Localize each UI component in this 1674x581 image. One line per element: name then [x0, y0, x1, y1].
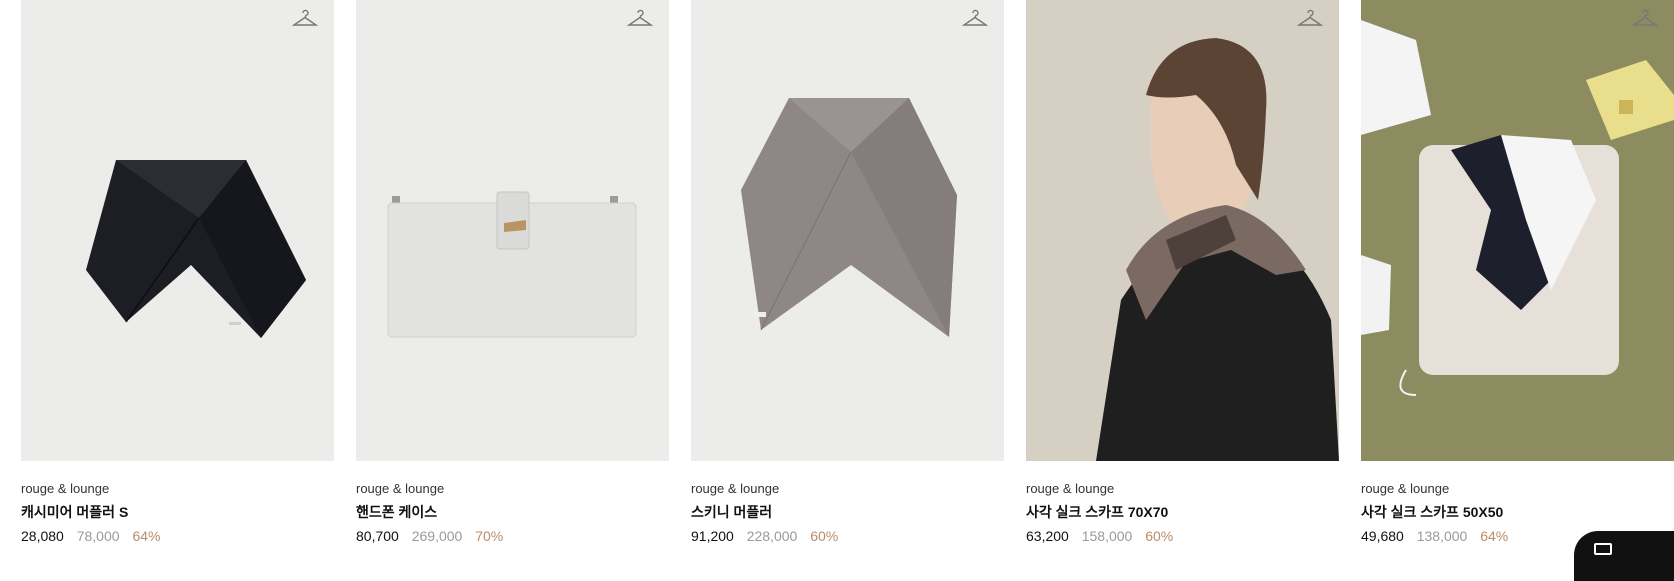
chat-icon: [1594, 543, 1612, 555]
product-card[interactable]: rouge & lounge 핸드폰 케이스 80,700 269,000 70…: [356, 0, 669, 546]
original-price: 269,000: [411, 528, 463, 544]
hanger-icon[interactable]: [1297, 8, 1323, 30]
product-brand[interactable]: rouge & lounge: [21, 480, 334, 498]
sale-price: 91,200: [691, 528, 734, 544]
sale-price: 49,680: [1361, 528, 1404, 544]
floating-chat-button[interactable]: [1574, 531, 1674, 581]
product-info[interactable]: rouge & lounge 사각 실크 스카프 70X70 63,200 15…: [1026, 461, 1339, 546]
hanger-icon[interactable]: [627, 8, 653, 30]
product-grid: rouge & lounge 캐시미어 머플러 S 28,080 78,000 …: [21, 0, 1674, 546]
phone-case-image: [387, 191, 637, 338]
product-prices: 63,200 158,000 60%: [1026, 526, 1339, 546]
hanger-icon[interactable]: [962, 8, 988, 30]
product-info[interactable]: rouge & lounge 스키니 머플러 91,200 228,000 60…: [691, 461, 1004, 546]
original-price: 138,000: [1416, 528, 1468, 544]
sale-price: 80,700: [356, 528, 399, 544]
original-price: 158,000: [1081, 528, 1133, 544]
product-card[interactable]: rouge & lounge 사각 실크 스카프 70X70 63,200 15…: [1026, 0, 1339, 546]
original-price: 228,000: [746, 528, 798, 544]
discount-rate: 60%: [810, 528, 839, 544]
product-image[interactable]: [1026, 0, 1339, 461]
product-card[interactable]: rouge & lounge 스키니 머플러 91,200 228,000 60…: [691, 0, 1004, 546]
product-name[interactable]: 핸드폰 케이스: [356, 501, 669, 523]
sale-price: 28,080: [21, 528, 64, 544]
black-muffler-image: [86, 160, 306, 338]
discount-rate: 64%: [1480, 528, 1509, 544]
product-image[interactable]: [691, 0, 1004, 461]
product-name[interactable]: 사각 실크 스카프 50X50: [1361, 501, 1674, 523]
product-image[interactable]: [21, 0, 334, 461]
product-brand[interactable]: rouge & lounge: [691, 480, 1004, 498]
folded-scarf-flatlay-image: [1361, 20, 1674, 396]
gray-muffler-image: [741, 98, 957, 337]
product-image[interactable]: [356, 0, 669, 461]
product-prices: 91,200 228,000 60%: [691, 526, 1004, 546]
product-card[interactable]: rouge & lounge 사각 실크 스카프 50X50 49,680 13…: [1361, 0, 1674, 546]
product-name[interactable]: 스키니 머플러: [691, 501, 1004, 523]
product-card[interactable]: rouge & lounge 캐시미어 머플러 S 28,080 78,000 …: [21, 0, 334, 546]
original-price: 78,000: [76, 528, 120, 544]
product-brand[interactable]: rouge & lounge: [1026, 480, 1339, 498]
product-prices: 80,700 269,000 70%: [356, 526, 669, 546]
model-wearing-scarf-image: [1096, 38, 1339, 461]
hanger-icon[interactable]: [292, 8, 318, 30]
product-brand[interactable]: rouge & lounge: [1361, 480, 1674, 498]
discount-rate: 70%: [475, 528, 504, 544]
product-name[interactable]: 캐시미어 머플러 S: [21, 501, 334, 523]
discount-rate: 64%: [132, 528, 161, 544]
sale-price: 63,200: [1026, 528, 1069, 544]
discount-rate: 60%: [1145, 528, 1174, 544]
product-name[interactable]: 사각 실크 스카프 70X70: [1026, 501, 1339, 523]
product-image[interactable]: [1361, 0, 1674, 461]
product-brand[interactable]: rouge & lounge: [356, 480, 669, 498]
product-info[interactable]: rouge & lounge 캐시미어 머플러 S 28,080 78,000 …: [21, 461, 334, 546]
hanger-icon[interactable]: [1632, 8, 1658, 30]
product-prices: 28,080 78,000 64%: [21, 526, 334, 546]
product-info[interactable]: rouge & lounge 핸드폰 케이스 80,700 269,000 70…: [356, 461, 669, 546]
